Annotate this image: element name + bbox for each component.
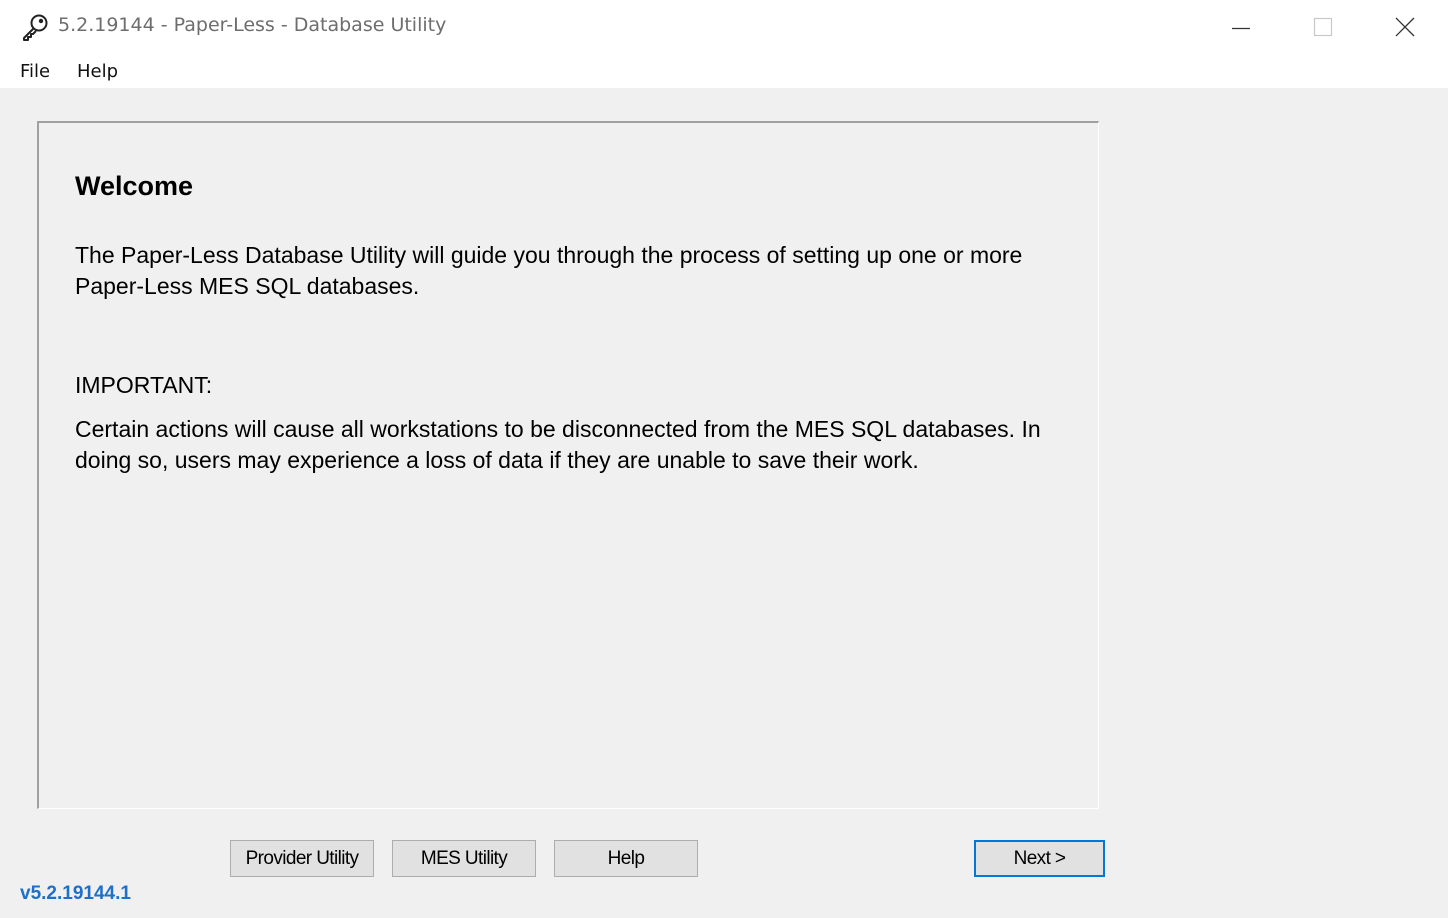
menu-help[interactable]: Help	[77, 59, 118, 85]
menu-file[interactable]: File	[20, 59, 50, 85]
mes-utility-button[interactable]: MES Utility	[392, 840, 536, 877]
provider-utility-button[interactable]: Provider Utility	[230, 840, 374, 877]
intro-text: The Paper-Less Database Utility will gui…	[75, 242, 1023, 299]
version-label: v5.2.19144.1	[20, 883, 131, 904]
title-bar: 5.2.19144 - Paper-Less - Database Utilit…	[0, 0, 1448, 56]
window-title: 5.2.19144 - Paper-Less - Database Utilit…	[58, 14, 447, 36]
minimize-icon	[1232, 27, 1250, 30]
help-button[interactable]: Help	[554, 840, 698, 877]
maximize-button[interactable]	[1282, 0, 1364, 56]
minimize-button[interactable]	[1200, 0, 1282, 56]
menu-bar: File Help	[0, 56, 1448, 88]
welcome-heading: Welcome	[75, 171, 194, 201]
key-icon[interactable]	[20, 12, 50, 42]
important-label: IMPORTANT:	[75, 372, 213, 398]
close-icon	[1395, 17, 1415, 37]
warning-text: Certain actions will cause all workstati…	[75, 416, 1041, 473]
next-button[interactable]: Next >	[974, 840, 1105, 877]
welcome-panel: Welcome The Paper-Less Database Utility …	[37, 121, 1099, 809]
close-button[interactable]	[1364, 0, 1446, 56]
maximize-icon	[1313, 17, 1333, 37]
